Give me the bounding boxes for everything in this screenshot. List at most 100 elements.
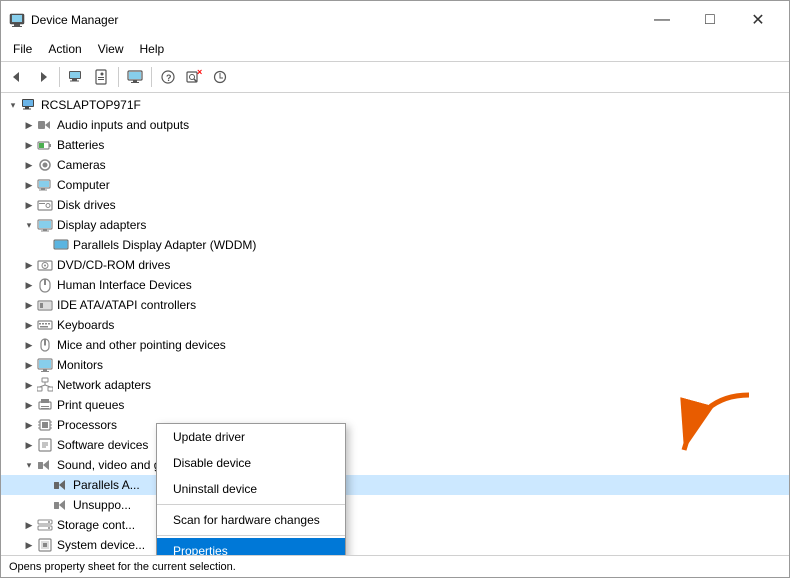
tree-item-unsupported[interactable]: ▶ Unsuppo... bbox=[1, 495, 789, 515]
menu-help[interactable]: Help bbox=[132, 39, 173, 59]
expand-audio[interactable]: ▶ bbox=[21, 117, 37, 133]
monitors-label: Monitors bbox=[55, 358, 103, 372]
expand-software[interactable]: ▶ bbox=[21, 437, 37, 453]
expand-processors[interactable]: ▶ bbox=[21, 417, 37, 433]
status-bar: Opens property sheet for the current sel… bbox=[1, 555, 789, 577]
keyboards-icon bbox=[37, 317, 53, 333]
ctx-uninstall-device[interactable]: Uninstall device bbox=[157, 476, 345, 502]
displayadapters-label: Display adapters bbox=[55, 218, 146, 232]
monitor-icon bbox=[127, 69, 143, 85]
tree-item-parallels-display[interactable]: ▶ Parallels Display Adapter (WDDM) bbox=[1, 235, 789, 255]
software-label: Software devices bbox=[55, 438, 148, 452]
expand-ide[interactable]: ▶ bbox=[21, 297, 37, 313]
tree-item-batteries[interactable]: ▶ Batteries bbox=[1, 135, 789, 155]
ctx-update-driver[interactable]: Update driver bbox=[157, 424, 345, 450]
update-button[interactable] bbox=[208, 65, 232, 89]
scan-button[interactable]: × bbox=[182, 65, 206, 89]
systemdevices-icon bbox=[37, 537, 53, 553]
tree-item-sound[interactable]: ▾ Sound, video and game controllers bbox=[1, 455, 789, 475]
diskdrives-icon bbox=[37, 197, 53, 213]
ctx-disable-device[interactable]: Disable device bbox=[157, 450, 345, 476]
tree-item-displayadapters[interactable]: ▾ Display adapters bbox=[1, 215, 789, 235]
expand-sound[interactable]: ▾ bbox=[21, 457, 37, 473]
minimize-button[interactable]: — bbox=[639, 7, 685, 33]
properties-button[interactable] bbox=[90, 65, 114, 89]
expand-mice[interactable]: ▶ bbox=[21, 337, 37, 353]
menu-view[interactable]: View bbox=[90, 39, 132, 59]
expand-monitors[interactable]: ▶ bbox=[21, 357, 37, 373]
tree-item-cameras[interactable]: ▶ Cameras bbox=[1, 155, 789, 175]
mice-label: Mice and other pointing devices bbox=[55, 338, 226, 352]
tree-item-diskdrives[interactable]: ▶ Disk drives bbox=[1, 195, 789, 215]
expand-keyboards[interactable]: ▶ bbox=[21, 317, 37, 333]
expand-diskdrives[interactable]: ▶ bbox=[21, 197, 37, 213]
help-icon: ? bbox=[160, 69, 176, 85]
tree-item-hid[interactable]: ▶ Human Interface Devices bbox=[1, 275, 789, 295]
window-icon bbox=[9, 12, 25, 28]
hid-icon bbox=[37, 277, 53, 293]
tree-item-dvd[interactable]: ▶ DVD/CD-ROM drives bbox=[1, 255, 789, 275]
close-button[interactable]: ✕ bbox=[735, 7, 781, 33]
parallels-audio-label: Parallels A... bbox=[71, 478, 140, 492]
network-icon bbox=[37, 377, 53, 393]
menu-action[interactable]: Action bbox=[40, 39, 89, 59]
tree-item-computer[interactable]: ▶ Computer bbox=[1, 175, 789, 195]
print-label: Print queues bbox=[55, 398, 124, 412]
unsupported-icon bbox=[53, 497, 69, 513]
expand-systemdevices[interactable]: ▶ bbox=[21, 537, 37, 553]
tree-item-software[interactable]: ▶ Software devices bbox=[1, 435, 789, 455]
menu-bar: File Action View Help bbox=[1, 37, 789, 62]
tree-item-network[interactable]: ▶ Network adapters bbox=[1, 375, 789, 395]
ctx-properties[interactable]: Properties bbox=[157, 538, 345, 555]
ide-label: IDE ATA/ATAPI controllers bbox=[55, 298, 196, 312]
expand-hid[interactable]: ▶ bbox=[21, 277, 37, 293]
expand-storage[interactable]: ▶ bbox=[21, 517, 37, 533]
dvd-label: DVD/CD-ROM drives bbox=[55, 258, 170, 272]
tree-item-ide[interactable]: ▶ IDE ATA/ATAPI controllers bbox=[1, 295, 789, 315]
expand-displayadapters[interactable]: ▾ bbox=[21, 217, 37, 233]
processors-icon bbox=[37, 417, 53, 433]
tree-item-root[interactable]: ▾ RCSLAPTOP971F bbox=[1, 95, 789, 115]
help-button[interactable]: ? bbox=[156, 65, 180, 89]
expand-computer[interactable]: ▶ bbox=[21, 177, 37, 193]
monitor-button[interactable] bbox=[123, 65, 147, 89]
back-button[interactable] bbox=[5, 65, 29, 89]
audio-label: Audio inputs and outputs bbox=[55, 118, 189, 132]
toolbar-separator-2 bbox=[118, 67, 119, 87]
dvd-icon bbox=[37, 257, 53, 273]
tree-item-monitors[interactable]: ▶ Monitors bbox=[1, 355, 789, 375]
forward-button[interactable] bbox=[31, 65, 55, 89]
monitors-icon bbox=[37, 357, 53, 373]
expand-network[interactable]: ▶ bbox=[21, 377, 37, 393]
tree-item-mice[interactable]: ▶ Mice and other pointing devices bbox=[1, 335, 789, 355]
computer-group-icon bbox=[37, 177, 53, 193]
tree-item-print[interactable]: ▶ Print queues bbox=[1, 395, 789, 415]
storage-label: Storage cont... bbox=[55, 518, 135, 532]
tree-item-audio[interactable]: ▶ Audio inputs and outputs bbox=[1, 115, 789, 135]
hid-label: Human Interface Devices bbox=[55, 278, 192, 292]
computer-icon bbox=[68, 69, 84, 85]
systemdevices-label: System device... bbox=[55, 538, 145, 552]
keyboards-label: Keyboards bbox=[55, 318, 114, 332]
ctx-scan-changes[interactable]: Scan for hardware changes bbox=[157, 507, 345, 533]
device-manager-window: Device Manager — □ ✕ File Action View He… bbox=[0, 0, 790, 578]
tree-item-storage[interactable]: ▶ Storage cont... bbox=[1, 515, 789, 535]
expand-batteries[interactable]: ▶ bbox=[21, 137, 37, 153]
device-tree[interactable]: ▾ RCSLAPTOP971F ▶ bbox=[1, 93, 789, 555]
expand-cameras[interactable]: ▶ bbox=[21, 157, 37, 173]
tree-item-keyboards[interactable]: ▶ Keyboards bbox=[1, 315, 789, 335]
ide-icon bbox=[37, 297, 53, 313]
expand-root[interactable]: ▾ bbox=[5, 97, 21, 113]
displayadapters-icon bbox=[37, 217, 53, 233]
expand-dvd[interactable]: ▶ bbox=[21, 257, 37, 273]
computer-icon bbox=[21, 97, 37, 113]
computer-button[interactable] bbox=[64, 65, 88, 89]
batteries-icon bbox=[37, 137, 53, 153]
maximize-button[interactable]: □ bbox=[687, 7, 733, 33]
expand-print[interactable]: ▶ bbox=[21, 397, 37, 413]
tree-item-processors[interactable]: ▶ Processors bbox=[1, 415, 789, 435]
tree-item-systemdevices[interactable]: ▶ System device... bbox=[1, 535, 789, 555]
menu-file[interactable]: File bbox=[5, 39, 40, 59]
tree-item-parallels-audio[interactable]: ▶ Parallels A... bbox=[1, 475, 789, 495]
parallels-display-label: Parallels Display Adapter (WDDM) bbox=[71, 238, 256, 252]
